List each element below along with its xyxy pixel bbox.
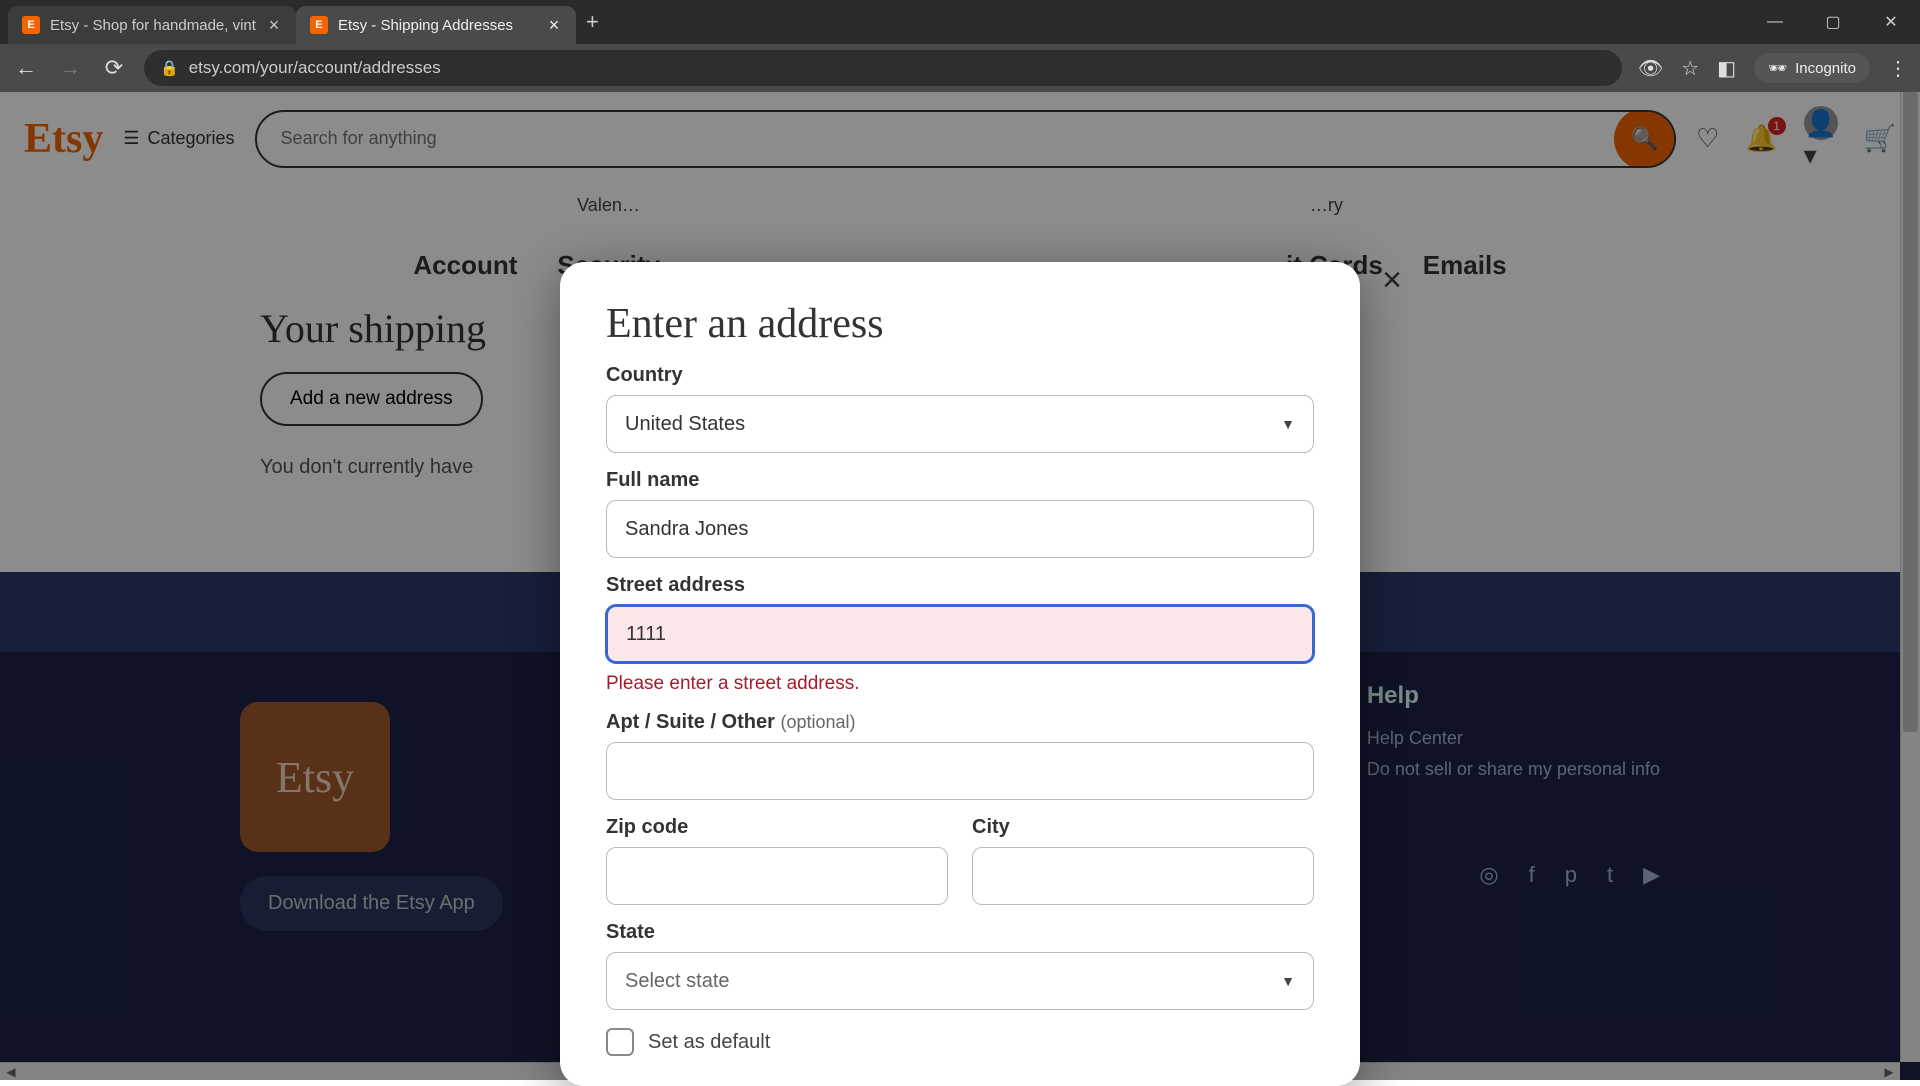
- default-checkbox-label: Set as default: [648, 1031, 770, 1054]
- reload-button[interactable]: ⟳: [100, 54, 128, 82]
- close-icon[interactable]: ×: [266, 17, 282, 33]
- address-bar-icons: 👁 ☆ ◧ 🕶 Incognito ⋮: [1638, 53, 1908, 83]
- maximize-button[interactable]: ▢: [1804, 0, 1862, 44]
- chevron-down-icon: ▼: [1281, 973, 1295, 989]
- zip-input[interactable]: [606, 847, 948, 905]
- fullname-input[interactable]: [606, 500, 1314, 558]
- incognito-icon: 🕶: [1768, 59, 1787, 77]
- apt-input[interactable]: [606, 742, 1314, 800]
- back-button[interactable]: ←: [12, 54, 40, 82]
- country-label: Country: [606, 364, 1314, 387]
- new-tab-button[interactable]: +: [586, 9, 599, 35]
- apt-label-text: Apt / Suite / Other: [606, 711, 775, 733]
- toggle-visibility-icon[interactable]: 👁: [1638, 56, 1663, 81]
- close-icon[interactable]: ×: [546, 17, 562, 33]
- state-select[interactable]: Select state ▼: [606, 952, 1314, 1010]
- tab-title: Etsy - Shipping Addresses: [338, 17, 536, 34]
- tab-bar: E Etsy - Shop for handmade, vint × E Ets…: [0, 0, 1920, 44]
- street-label: Street address: [606, 574, 1314, 597]
- bookmark-icon[interactable]: ☆: [1681, 56, 1699, 81]
- apt-label: Apt / Suite / Other (optional): [606, 711, 1314, 734]
- default-checkbox-row[interactable]: Set as default: [606, 1028, 1314, 1056]
- tab-title: Etsy - Shop for handmade, vint: [50, 17, 256, 34]
- url-field[interactable]: 🔒 etsy.com/your/account/addresses: [144, 50, 1622, 86]
- state-label: State: [606, 921, 1314, 944]
- state-value: Select state: [625, 970, 730, 993]
- browser-tab[interactable]: E Etsy - Shipping Addresses ×: [296, 6, 576, 44]
- browser-chrome: E Etsy - Shop for handmade, vint × E Ets…: [0, 0, 1920, 92]
- address-modal: × Enter an address Country United States…: [560, 262, 1360, 1086]
- incognito-label: Incognito: [1795, 60, 1856, 77]
- etsy-favicon: E: [310, 16, 328, 34]
- etsy-favicon: E: [22, 16, 40, 34]
- city-label: City: [972, 816, 1314, 839]
- zip-label: Zip code: [606, 816, 948, 839]
- incognito-badge[interactable]: 🕶 Incognito: [1754, 53, 1870, 83]
- menu-icon[interactable]: ⋮: [1888, 56, 1908, 81]
- address-bar: ← → ⟳ 🔒 etsy.com/your/account/addresses …: [0, 44, 1920, 92]
- window-controls: — ▢ ✕: [1746, 0, 1920, 44]
- chevron-down-icon: ▼: [1281, 416, 1295, 432]
- street-input[interactable]: [606, 605, 1314, 663]
- fullname-label: Full name: [606, 469, 1314, 492]
- default-checkbox[interactable]: [606, 1028, 634, 1056]
- street-error: Please enter a street address.: [606, 673, 1314, 695]
- apt-optional-text: (optional): [780, 712, 855, 732]
- forward-button[interactable]: →: [56, 54, 84, 82]
- minimize-button[interactable]: —: [1746, 0, 1804, 44]
- browser-tab[interactable]: E Etsy - Shop for handmade, vint ×: [8, 6, 296, 44]
- modal-title: Enter an address: [606, 300, 1314, 348]
- page: Etsy ☰ Categories 🔍 ♡ 🔔 1 👤▾ 🛒 Valen… …r…: [0, 92, 1920, 1080]
- close-modal-button[interactable]: ×: [1370, 258, 1414, 302]
- lock-icon: 🔒: [160, 59, 179, 77]
- country-select[interactable]: United States ▼: [606, 395, 1314, 453]
- country-value: United States: [625, 413, 745, 436]
- url-text: etsy.com/your/account/addresses: [189, 58, 1606, 78]
- side-panel-icon[interactable]: ◧: [1717, 56, 1736, 81]
- close-window-button[interactable]: ✕: [1862, 0, 1920, 44]
- city-input[interactable]: [972, 847, 1314, 905]
